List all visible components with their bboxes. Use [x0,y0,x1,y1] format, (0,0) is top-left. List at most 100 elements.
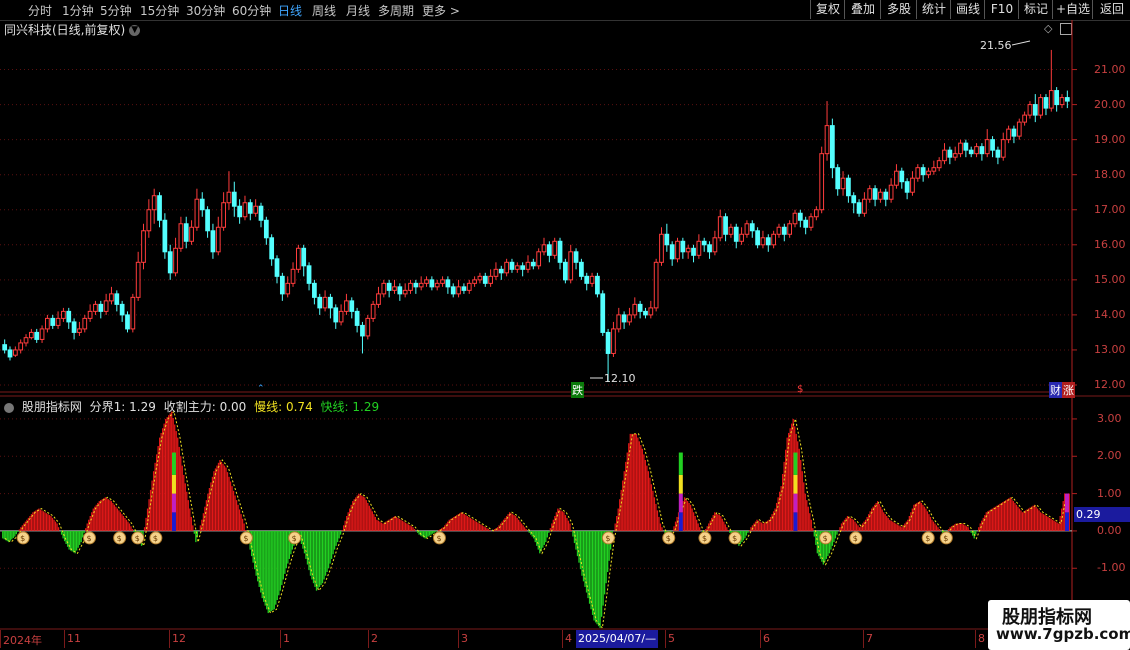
price-tick-label: 16.00 [1094,237,1126,251]
gear-icon[interactable] [4,402,14,413]
candle [723,216,728,235]
candle [525,261,531,270]
up-badge[interactable]: 涨 [1062,382,1075,398]
date-separator [458,630,459,648]
date-tick-label: 8 [978,632,985,645]
price-tick-label: 19.00 [1094,132,1126,146]
candle [648,307,654,316]
candle [792,212,798,225]
signal-bar [1064,512,1069,531]
candle [263,219,269,239]
candle [450,286,456,295]
candle [1064,97,1070,102]
candle [952,153,958,158]
candle [546,244,552,256]
candle [728,226,734,235]
candle [643,310,648,316]
signal-bar [171,474,176,494]
candle [947,149,953,158]
candle [237,205,242,218]
candle [77,328,82,333]
signal-bar [793,512,798,531]
candle [883,191,889,200]
candle [862,198,867,214]
candle [397,286,403,295]
candle [637,303,643,312]
candle [627,314,632,323]
candle [573,251,579,263]
signal-bar [793,493,798,513]
candle [221,202,226,228]
candle [333,307,339,323]
candle [851,195,857,204]
fast-line-value: 快线: 1.29 [320,400,380,414]
candle [328,296,333,309]
candle [974,146,979,155]
candle [434,282,440,288]
indicator-legend: 股朋指标网 分界1: 1.29 收割主力: 0.00 慢线: 0.74 快线: … [4,398,383,415]
svg-text:$: $ [605,534,610,543]
candle [589,275,595,284]
signal-bar [793,474,798,494]
candle [888,184,894,200]
indicator-tick-label: -1.00 [1097,561,1126,575]
finance-badge[interactable]: 财 [1049,382,1062,398]
date-separator [368,630,369,648]
signal-bar [171,493,176,513]
candle [787,223,793,235]
money-bag-icon: $ [288,531,302,545]
candle [701,240,707,246]
candle [50,317,56,326]
candle [744,223,750,235]
candle [87,310,93,319]
candle [514,265,520,270]
high-price-marker: 21.56 [980,39,1012,52]
price-tick-label: 15.00 [1094,272,1126,286]
candle [910,177,915,193]
candle [39,328,45,340]
candle [749,223,755,232]
candle [915,167,921,179]
candle [344,300,349,312]
date-separator [863,630,864,648]
candle [926,170,931,176]
indicator-name[interactable]: 股朋指标网 [22,400,82,414]
candle [498,268,504,274]
candle [878,191,883,200]
money-bag-icon: $ [82,531,96,545]
candle [771,233,776,246]
svg-text:$: $ [135,534,140,543]
candle [669,244,675,260]
indicator-tick-label: 3.00 [1097,411,1122,425]
candle [157,195,162,221]
candle [12,349,18,356]
date-separator [975,630,976,648]
price-tick-label: 14.00 [1094,307,1126,321]
candle [846,177,851,197]
candle [1038,97,1043,116]
money-bag-icon: $ [113,531,127,545]
date-tick-label: 3 [461,632,468,645]
candle [376,293,381,305]
candle [466,282,472,291]
svg-text:$: $ [702,534,707,543]
down-badge[interactable]: 跌 [571,382,584,398]
candle [338,310,344,323]
candle [114,293,120,305]
candle [958,142,963,155]
price-tick-label: 18.00 [1094,167,1126,181]
candle [18,342,24,351]
candle [605,331,611,354]
candle [621,314,627,323]
candle [899,170,905,183]
candle [183,223,189,242]
price-tick-label: 21.00 [1094,62,1126,76]
candle [317,296,323,309]
indicator-value-tag: 0.29 [1074,507,1130,522]
date-separator [665,630,666,648]
candle [536,251,542,267]
candle [733,226,739,242]
candle [600,293,606,333]
candle [675,240,680,260]
kline-chart[interactable]: $ $ $ $ $ $ $ $ $ $ $ $ $ $ $ $ ⌃ $ [0,0,1130,650]
